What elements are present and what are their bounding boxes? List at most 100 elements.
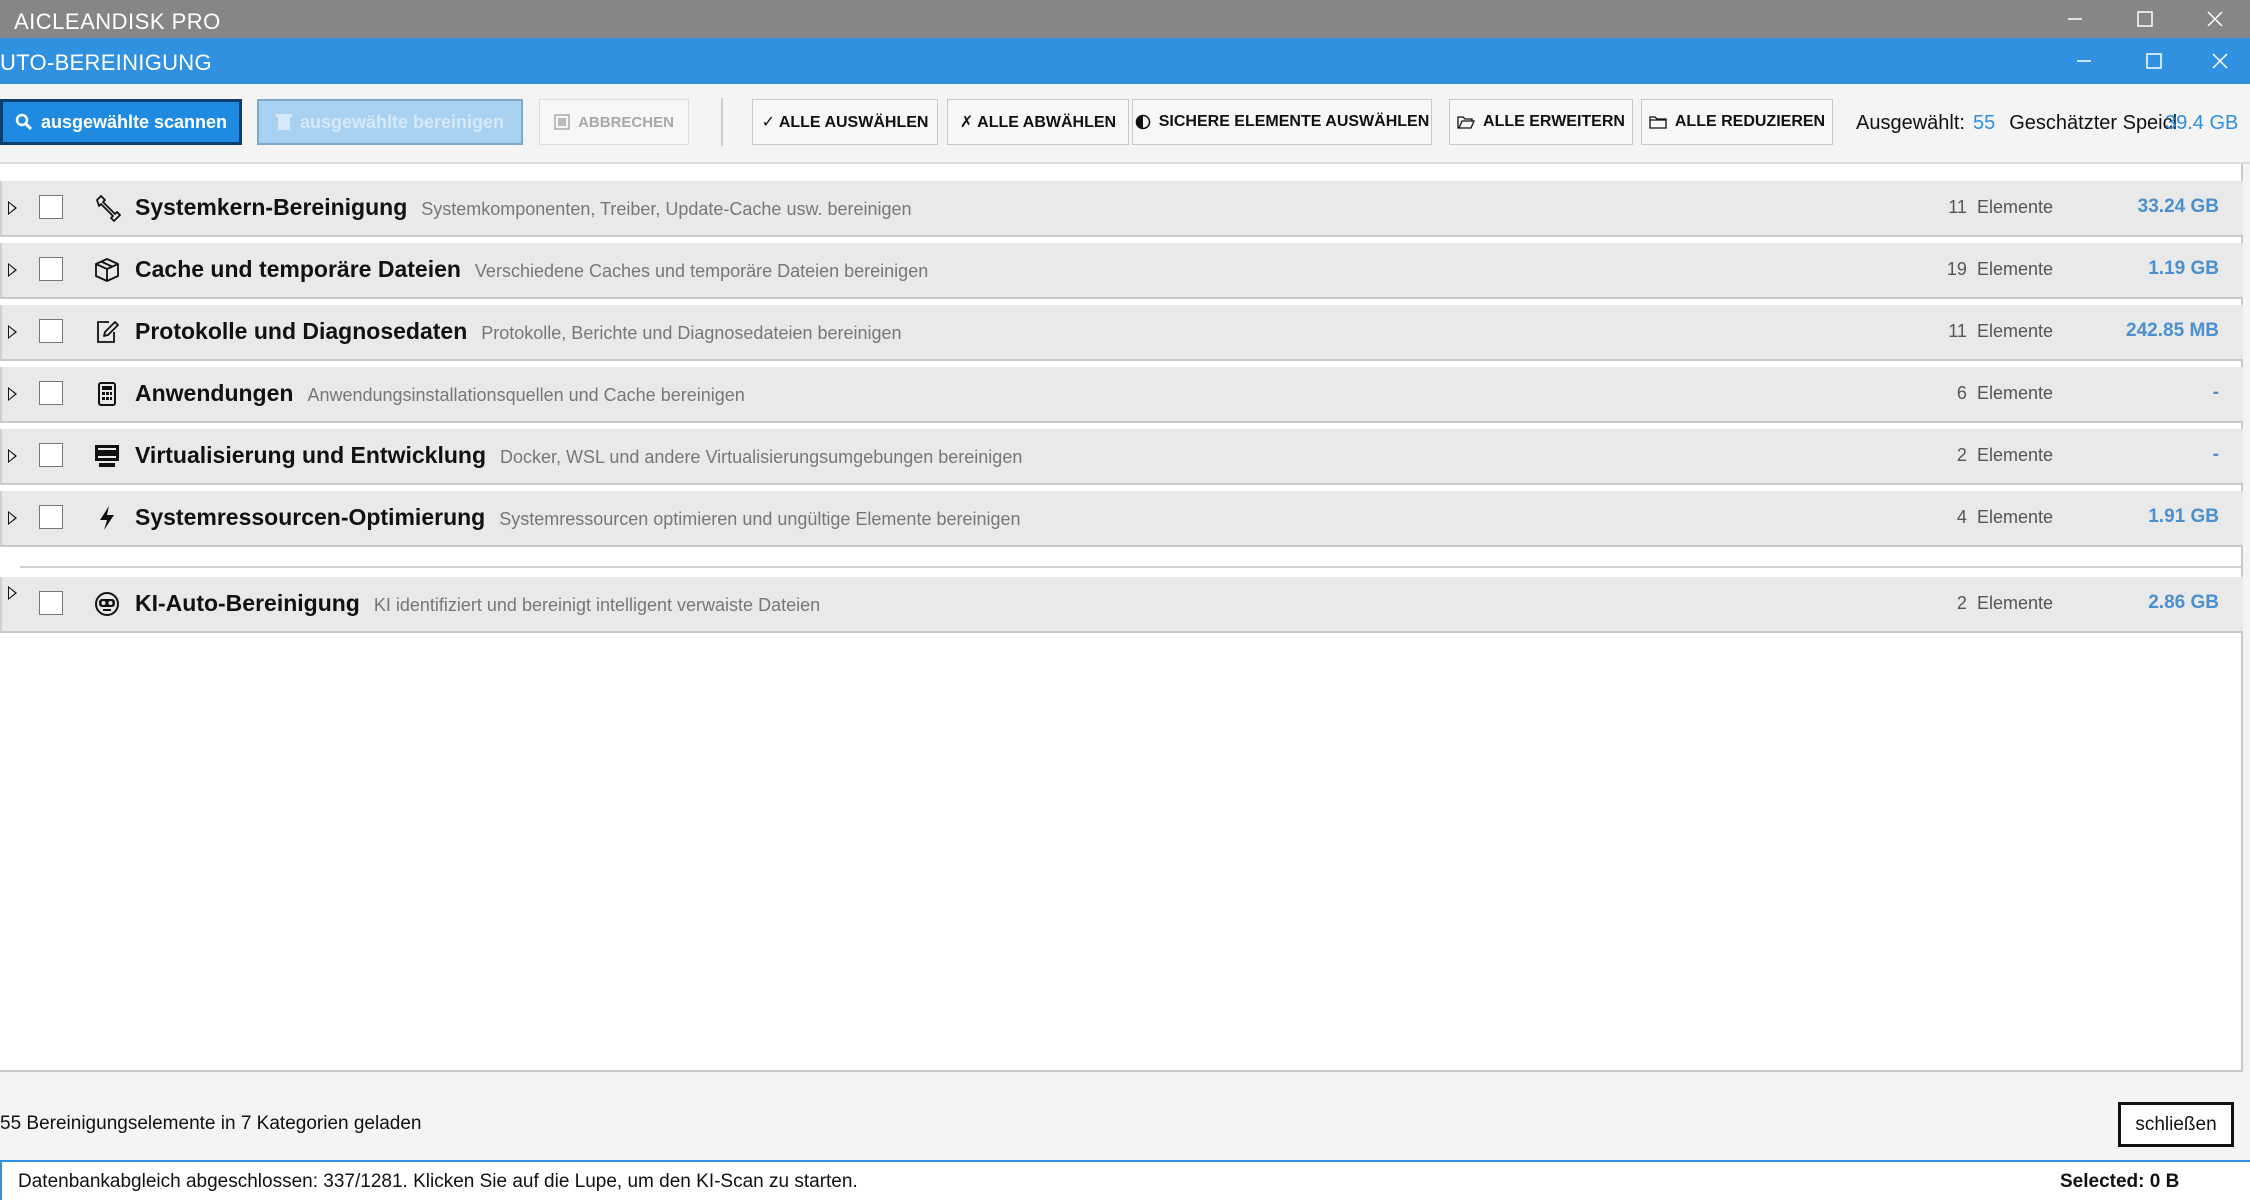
category-checkbox[interactable] — [39, 381, 63, 405]
category-size: 1.19 GB — [2148, 258, 2219, 279]
category-count: 19 Elemente — [1946, 259, 2053, 279]
category-count: 6 Elemente — [1956, 383, 2053, 403]
minimize-icon — [2068, 18, 2082, 20]
search-icon — [15, 113, 33, 131]
category-row-ki[interactable]: KI-Auto-Bereinigung KI identifiziert und … — [0, 577, 2243, 633]
category-row-systemressourcen[interactable]: Systemressourcen-Optimierung Systemressou… — [0, 491, 2243, 547]
select-all-label: ✓ ALLE AUSWÄHLEN — [761, 114, 929, 131]
category-list: Systemkern-Bereinigung Systemkomponenten,… — [0, 164, 2243, 1072]
box-icon — [92, 255, 122, 285]
selection-summary: Ausgewählt: 55 Geschätzter Speicl 39.4 GB — [1856, 112, 2238, 135]
category-size: - — [2212, 382, 2219, 403]
cancel-button[interactable]: ABBRECHEN — [539, 99, 689, 145]
deselect-all-label: ✗ ALLE ABWÄHLEN — [959, 114, 1117, 131]
select-all-button[interactable]: ✓ ALLE AUSWÄHLEN — [752, 99, 938, 145]
expand-arrow-icon[interactable] — [8, 201, 17, 215]
close-icon — [2212, 53, 2228, 69]
category-title: Anwendungen Anwendungsinstallationsquelle… — [135, 380, 745, 406]
dialog-minimize-button[interactable] — [2054, 38, 2114, 84]
category-checkbox[interactable] — [39, 443, 63, 467]
expand-all-button[interactable]: ALLE ERWEITERN — [1449, 99, 1633, 145]
category-title: Systemkern-Bereinigung Systemkomponenten,… — [135, 194, 912, 220]
robot-icon — [92, 589, 122, 619]
outer-maximize-button[interactable] — [2115, 0, 2175, 38]
category-description: KI identifiziert und bereinigt intellige… — [373, 595, 821, 615]
category-checkbox[interactable] — [39, 505, 63, 529]
select-safe-label: SICHERE ELEMENTE AUSWÄHLEN — [1158, 113, 1430, 130]
category-checkbox[interactable] — [39, 257, 63, 281]
close-dialog-label: schließen — [2135, 1113, 2217, 1135]
loaded-info: 55 Bereinigungselemente in 7 Kategorien … — [0, 1113, 422, 1134]
toolbar: ausgewählte scannen ausgewählte bereinig… — [0, 84, 2250, 164]
half-circle-icon — [1135, 114, 1151, 130]
trash-icon — [275, 114, 292, 130]
wrench-icon — [92, 193, 122, 223]
close-icon — [2207, 11, 2223, 27]
clean-selected-label: ausgewählte bereinigen — [299, 111, 505, 132]
expand-all-label: ALLE ERWEITERN — [1483, 113, 1625, 130]
category-size: 2.86 GB — [2148, 592, 2219, 613]
category-row-anwendungen[interactable]: Anwendungen Anwendungsinstallationsquelle… — [0, 367, 2243, 423]
category-size: 1.91 GB — [2148, 506, 2219, 527]
category-checkbox[interactable] — [39, 195, 63, 219]
expand-arrow-icon[interactable] — [8, 387, 17, 401]
expand-arrow-icon[interactable] — [8, 325, 17, 339]
footer: 55 Bereinigungselemente in 7 Kategorien … — [0, 1087, 2250, 1159]
category-row-protokolle[interactable]: Protokolle und Diagnosedaten Protokolle, … — [0, 305, 2243, 361]
toolbar-separator — [721, 98, 723, 146]
category-count: 11 Elemente — [1948, 197, 2053, 217]
section-divider — [20, 566, 2241, 568]
outer-close-button[interactable] — [2185, 0, 2245, 38]
deselect-all-button[interactable]: ✗ ALLE ABWÄHLEN — [947, 99, 1129, 145]
category-title: Cache und temporäre Dateien Verschiedene … — [135, 256, 929, 282]
category-description: Protokolle, Berichte und Diagnosedateien… — [481, 323, 902, 343]
app-title: AICLEANDISK PRO — [14, 9, 221, 34]
expand-arrow-icon[interactable] — [8, 449, 17, 463]
category-description: Systemressourcen optimieren und ungültig… — [499, 509, 1021, 529]
stop-icon — [554, 114, 570, 130]
close-dialog-button[interactable]: schließen — [2118, 1102, 2234, 1147]
scan-selected-button[interactable]: ausgewählte scannen — [0, 99, 242, 145]
category-title: Systemressourcen-Optimierung Systemressou… — [135, 504, 1021, 530]
category-count: 2 Elemente — [1956, 445, 2053, 465]
estimated-size-label: Geschätzter Speicl — [2009, 112, 2178, 134]
scan-selected-label: ausgewählte scannen — [40, 111, 228, 132]
expand-arrow-icon[interactable] — [8, 511, 17, 525]
collapse-all-label: ALLE REDUZIEREN — [1674, 113, 1826, 130]
category-row-cache[interactable]: Cache und temporäre Dateien Verschiedene … — [0, 243, 2243, 299]
category-checkbox[interactable] — [39, 591, 63, 615]
outer-title-bar: AICLEANDISK PRO — [0, 0, 2250, 38]
selected-label: Ausgewählt: — [1856, 112, 1965, 134]
calculator-icon — [92, 379, 122, 409]
category-count: 11 Elemente — [1948, 321, 2053, 341]
select-safe-button[interactable]: SICHERE ELEMENTE AUSWÄHLEN — [1132, 99, 1432, 145]
expand-arrow-icon[interactable] — [8, 263, 17, 277]
category-description: Anwendungsinstallationsquellen und Cache… — [307, 385, 745, 405]
dialog-close-button[interactable] — [2190, 38, 2250, 84]
category-title: Protokolle und Diagnosedaten Protokolle, … — [135, 318, 902, 344]
status-bar: Datenbankabgleich abgeschlossen: 337/128… — [0, 1160, 2250, 1200]
selected-count: 55 — [1972, 112, 1996, 134]
category-size: 33.24 GB — [2137, 196, 2219, 217]
folder-open-icon — [1457, 116, 1476, 129]
collapse-all-button[interactable]: ALLE REDUZIEREN — [1641, 99, 1833, 145]
dialog-maximize-button[interactable] — [2124, 38, 2184, 84]
edit-document-icon — [92, 317, 122, 347]
monitor-icon — [92, 441, 122, 471]
category-size: 242.85 MB — [2126, 320, 2219, 341]
category-title: Virtualisierung und Entwicklung Docker, W… — [135, 442, 1023, 468]
clean-selected-button[interactable]: ausgewählte bereinigen — [257, 99, 523, 145]
category-row-virtualisierung[interactable]: Virtualisierung und Entwicklung Docker, W… — [0, 429, 2243, 485]
category-checkbox[interactable] — [39, 319, 63, 343]
category-size: - — [2212, 444, 2219, 465]
outer-minimize-button[interactable] — [2045, 0, 2105, 38]
folder-icon — [1649, 116, 1667, 129]
category-title: KI-Auto-Bereinigung KI identifiziert und … — [135, 590, 821, 616]
category-row-systemkern[interactable]: Systemkern-Bereinigung Systemkomponenten,… — [0, 181, 2243, 237]
category-description: Systemkomponenten, Treiber, Update-Cache… — [421, 199, 912, 219]
category-count: 4 Elemente — [1956, 507, 2053, 527]
category-count: 2 Elemente — [1956, 593, 2053, 613]
dialog-title-bar: UTO-BEREINIGUNG — [0, 38, 2250, 84]
estimated-size-value: 39.4 GB — [2165, 112, 2239, 134]
expand-arrow-icon[interactable] — [8, 586, 17, 600]
